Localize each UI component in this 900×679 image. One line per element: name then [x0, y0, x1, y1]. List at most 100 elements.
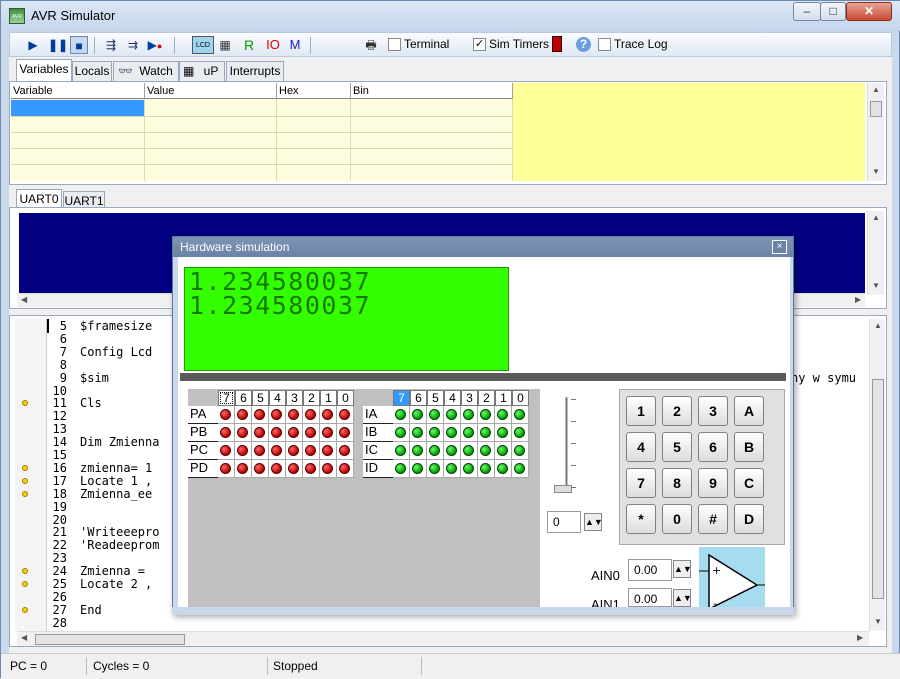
breakpoint-marker[interactable]	[22, 400, 28, 407]
dialog-close-button[interactable]: ×	[772, 240, 787, 254]
scroll-up-icon[interactable]: ▲	[874, 321, 882, 330]
in-port-led[interactable]	[514, 463, 525, 474]
out-port-bit-header[interactable]: 2	[303, 390, 320, 406]
in-port-led[interactable]	[480, 427, 491, 438]
help-icon[interactable]: ?	[576, 37, 591, 52]
ain0-spinner[interactable]: ▲▼	[673, 560, 692, 578]
scroll-thumb[interactable]	[870, 101, 882, 117]
out-port-led[interactable]	[254, 463, 265, 474]
ain1-field[interactable]: 0.00	[628, 588, 672, 607]
editor-scrollbar[interactable]: ▲ ▼	[869, 319, 885, 631]
out-port-led[interactable]	[322, 445, 333, 456]
in-port-cell[interactable]	[393, 460, 410, 478]
out-port-cell[interactable]	[252, 406, 269, 424]
out-port-cell[interactable]	[337, 424, 354, 442]
tab-locals[interactable]: Locals	[72, 61, 112, 81]
key-8-button[interactable]: 8	[662, 468, 692, 498]
in-port-cell[interactable]	[461, 442, 478, 460]
in-port-led[interactable]	[395, 427, 406, 438]
in-port-led[interactable]	[497, 445, 508, 456]
in-port-led[interactable]	[480, 409, 491, 420]
out-port-cell[interactable]	[218, 442, 235, 460]
out-port-led[interactable]	[220, 409, 231, 420]
memory-icon[interactable]: M	[286, 36, 304, 54]
in-port-cell[interactable]	[410, 442, 427, 460]
in-port-cell[interactable]	[444, 460, 461, 478]
out-port-led[interactable]	[288, 427, 299, 438]
in-port-cell[interactable]	[512, 424, 529, 442]
tab-watch[interactable]: 👓 Watch	[113, 61, 179, 81]
in-port-led[interactable]	[514, 409, 525, 420]
in-port-cell[interactable]	[495, 424, 512, 442]
in-port-bit-header[interactable]: 2	[478, 390, 495, 406]
out-port-cell[interactable]	[303, 424, 320, 442]
in-port-cell[interactable]	[495, 460, 512, 478]
in-port-cell[interactable]	[427, 442, 444, 460]
in-port-cell[interactable]	[478, 442, 495, 460]
out-port-cell[interactable]	[235, 460, 252, 478]
in-port-led[interactable]	[463, 463, 474, 474]
out-port-led[interactable]	[305, 463, 316, 474]
scroll-left-icon[interactable]: ◀	[21, 633, 27, 642]
out-port-led[interactable]	[254, 409, 265, 420]
trace-log-checkbox[interactable]	[598, 38, 611, 51]
out-port-cell[interactable]	[235, 406, 252, 424]
out-port-cell[interactable]	[320, 442, 337, 460]
out-port-cell[interactable]	[286, 424, 303, 442]
pause-icon[interactable]: ❚❚	[48, 36, 68, 54]
out-port-led[interactable]	[288, 463, 299, 474]
out-port-cell[interactable]	[252, 424, 269, 442]
out-port-led[interactable]	[305, 409, 316, 420]
terminal-checkbox[interactable]	[388, 38, 401, 51]
scroll-right-icon[interactable]: ▶	[857, 633, 863, 642]
step-over-icon[interactable]: ⇉	[124, 36, 142, 54]
out-port-bit-header[interactable]: 1	[320, 390, 337, 406]
key-a-button[interactable]: A	[734, 396, 764, 426]
in-port-cell[interactable]	[410, 406, 427, 424]
scroll-thumb[interactable]	[872, 379, 884, 599]
out-port-led[interactable]	[305, 445, 316, 456]
in-port-led[interactable]	[480, 463, 491, 474]
editor-hscrollbar[interactable]: ◀ ▶	[17, 631, 869, 646]
in-port-bit-header[interactable]: 7	[393, 390, 410, 406]
in-port-led[interactable]	[446, 463, 457, 474]
column-header-hex[interactable]: Hex	[277, 83, 351, 99]
in-port-led[interactable]	[412, 427, 423, 438]
in-port-cell[interactable]	[393, 406, 410, 424]
scroll-up-icon[interactable]: ▲	[872, 213, 880, 222]
in-port-led[interactable]	[497, 463, 508, 474]
scroll-up-icon[interactable]: ▲	[872, 85, 880, 94]
out-port-cell[interactable]	[303, 460, 320, 478]
key-6-button[interactable]: 6	[698, 432, 728, 462]
in-port-cell[interactable]	[444, 442, 461, 460]
in-port-led[interactable]	[412, 445, 423, 456]
io-icon[interactable]: IO	[262, 36, 284, 54]
sim-timers-checkbox[interactable]: ✓	[473, 38, 486, 51]
out-port-led[interactable]	[220, 427, 231, 438]
out-port-bit-header[interactable]: 7	[218, 390, 235, 406]
in-port-cell[interactable]	[512, 442, 529, 460]
column-header-bin[interactable]: Bin	[351, 83, 513, 99]
scroll-down-icon[interactable]: ▼	[872, 281, 880, 290]
column-header-value[interactable]: Value	[145, 83, 277, 99]
slider-value-field[interactable]: 0	[547, 511, 581, 533]
out-port-bit-header[interactable]: 6	[235, 390, 252, 406]
in-port-led[interactable]	[395, 463, 406, 474]
out-port-cell[interactable]	[303, 406, 320, 424]
out-port-led[interactable]	[271, 427, 282, 438]
in-port-led[interactable]	[395, 445, 406, 456]
out-port-cell[interactable]	[337, 460, 354, 478]
breakpoint-marker[interactable]	[22, 464, 28, 471]
in-port-cell[interactable]	[427, 424, 444, 442]
scroll-left-icon[interactable]: ◀	[21, 295, 27, 304]
out-port-cell[interactable]	[218, 460, 235, 478]
out-port-led[interactable]	[271, 445, 282, 456]
out-port-cell[interactable]	[235, 442, 252, 460]
out-port-cell[interactable]	[337, 406, 354, 424]
out-port-led[interactable]	[288, 409, 299, 420]
stop-icon[interactable]: ■	[70, 36, 88, 54]
in-port-bit-header[interactable]: 0	[512, 390, 529, 406]
variables-scrollbar[interactable]: ▲ ▼	[867, 83, 884, 181]
in-port-led[interactable]	[514, 427, 525, 438]
out-port-led[interactable]	[254, 445, 265, 456]
